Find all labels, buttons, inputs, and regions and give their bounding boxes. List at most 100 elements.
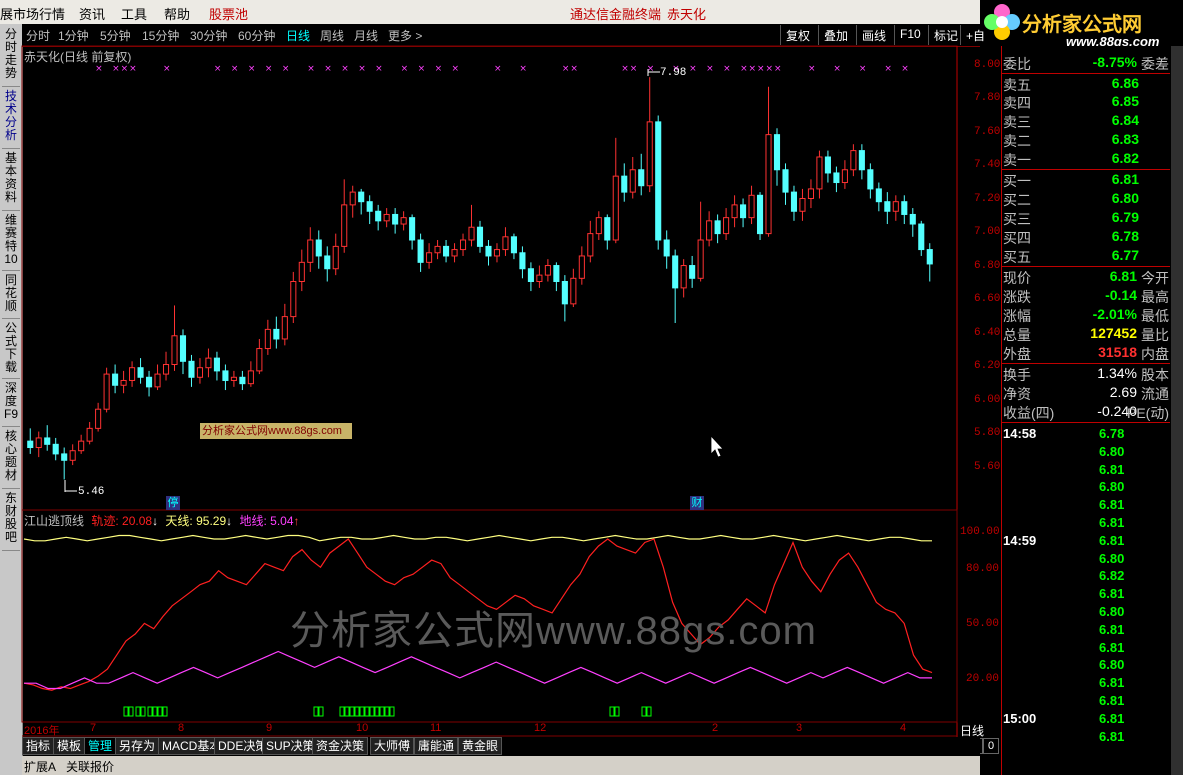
scrollbar[interactable] <box>1171 46 1183 775</box>
signal-x-mark: × <box>375 64 383 74</box>
ask-row[interactable]: 卖四 6.85 <box>1003 93 1169 111</box>
candle-body <box>222 370 229 381</box>
candle-body <box>137 367 144 378</box>
candle-body <box>298 261 305 283</box>
stat-label2: 最低 <box>1141 308 1169 324</box>
tab-manage[interactable]: 管理 <box>84 737 117 755</box>
price-tick: 6.80 <box>974 260 1001 272</box>
candle-body <box>858 150 865 171</box>
ask-price: 6.83 <box>1111 131 1139 147</box>
candle-body <box>655 121 662 241</box>
candle-body <box>61 453 68 461</box>
tick-price: 6.81 <box>1099 693 1125 708</box>
ask-row[interactable]: 卖一 6.82 <box>1003 150 1169 168</box>
price-tick: 7.00 <box>974 226 1001 238</box>
tick-row: 6.80 <box>1003 657 1169 675</box>
tab-extend-a[interactable]: 扩展A <box>24 758 56 775</box>
candle-body <box>799 197 806 212</box>
ask-label: 卖四 <box>1003 95 1031 111</box>
stat-label: 外盘 <box>1003 346 1031 362</box>
bid-row[interactable]: 买一 6.81 <box>1003 171 1169 189</box>
tick-row: 6.81 <box>1003 693 1169 711</box>
stat2-label2: 流通 <box>1141 386 1169 402</box>
candle-body <box>841 169 848 184</box>
candle-body <box>400 217 407 225</box>
bid-row[interactable]: 买二 6.80 <box>1003 190 1169 208</box>
signal-box <box>152 706 158 717</box>
candle-body <box>756 194 764 235</box>
tick-price: 6.81 <box>1099 728 1125 744</box>
tab-yongnengtong[interactable]: 庸能通 <box>414 737 459 755</box>
tab-golden-eye[interactable]: 黄金眼 <box>458 737 503 755</box>
bid-row[interactable]: 买五 6.77 <box>1003 247 1169 265</box>
bid-row[interactable]: 买三 6.79 <box>1003 209 1169 227</box>
stat-value: -0.14 <box>1105 287 1137 303</box>
ask-row[interactable]: 卖三 6.84 <box>1003 112 1169 130</box>
ask-row[interactable]: 卖二 6.83 <box>1003 131 1169 149</box>
signal-box <box>641 706 647 717</box>
stat-label2: 最高 <box>1141 289 1169 305</box>
stat-label2: 今开 <box>1141 270 1169 286</box>
candle-body <box>476 226 484 247</box>
separator <box>1002 169 1170 170</box>
tab-fund[interactable]: 资金决策 <box>312 737 369 755</box>
ask-row[interactable]: 卖五 6.86 <box>1003 75 1169 93</box>
stat-label2: 量比 <box>1141 327 1169 343</box>
zoom-reset-button[interactable]: 0 <box>983 738 999 754</box>
stat-row: 涨幅 -2.01% 最低 <box>1003 306 1169 324</box>
signal-x-mark: × <box>401 64 409 74</box>
bid-label: 买四 <box>1003 230 1031 246</box>
stat-row: 现价 6.81 今开 <box>1003 268 1169 286</box>
bid-price: 6.78 <box>1111 228 1139 244</box>
bid-price: 6.81 <box>1111 171 1139 187</box>
stat2-label: 换手 <box>1003 367 1031 383</box>
signal-x-mark: × <box>129 64 137 74</box>
candle-body <box>443 245 450 257</box>
indicator-tick: 80.00 <box>966 563 1000 575</box>
candle-body <box>78 440 85 452</box>
candle-body <box>35 437 42 449</box>
candle-body <box>740 204 747 219</box>
tick-price: 6.80 <box>1099 443 1125 459</box>
signal-x-mark: × <box>324 64 332 74</box>
candle-body <box>86 427 93 442</box>
tick-price: 6.81 <box>1099 710 1125 726</box>
tab-indicator[interactable]: 指标 <box>22 737 55 755</box>
finance-marker[interactable]: 财 <box>690 496 704 510</box>
bid-row[interactable]: 买四 6.78 <box>1003 228 1169 246</box>
signal-x-mark: × <box>859 64 867 74</box>
signal-x-mark: × <box>341 64 349 74</box>
candle-body <box>468 226 475 241</box>
candle-body <box>629 169 636 193</box>
tick-row: 6.80 <box>1003 604 1169 622</box>
tab-related-quote[interactable]: 关联报价 <box>66 758 114 775</box>
signal-x-mark: × <box>231 64 239 74</box>
tab-save-as[interactable]: 另存为 <box>115 737 160 755</box>
signal-box <box>140 706 146 717</box>
candle-body <box>324 255 331 270</box>
tick-row: 6.80 <box>1003 444 1169 462</box>
tab-template[interactable]: 模板 <box>53 737 86 755</box>
candle-body <box>358 191 365 203</box>
tab-master[interactable]: 大师傅 <box>370 737 415 755</box>
tick-row: 6.81 <box>1003 675 1169 693</box>
dixian-value: 5.04 <box>270 514 294 528</box>
suspend-marker[interactable]: 停 <box>166 496 180 510</box>
candle-body <box>706 220 713 241</box>
candle-body <box>816 156 823 190</box>
high-price-label: 7.98 <box>660 67 687 79</box>
candle-body <box>307 239 314 263</box>
time-tick: 10 <box>356 722 369 734</box>
tab-sup[interactable]: SUP决策 <box>262 737 319 755</box>
candle-body <box>697 239 704 279</box>
down-arrow-icon: ↓ <box>152 514 159 528</box>
time-tick: 2 <box>712 722 719 734</box>
bid-label: 买三 <box>1003 211 1031 227</box>
candle-body <box>179 335 187 362</box>
signal-x-mark: × <box>774 64 782 74</box>
candle-body <box>154 373 161 388</box>
candle-body <box>417 239 424 263</box>
candle-body <box>544 265 551 276</box>
candle-body <box>875 188 882 203</box>
tianxian-value: 95.29 <box>196 514 227 528</box>
